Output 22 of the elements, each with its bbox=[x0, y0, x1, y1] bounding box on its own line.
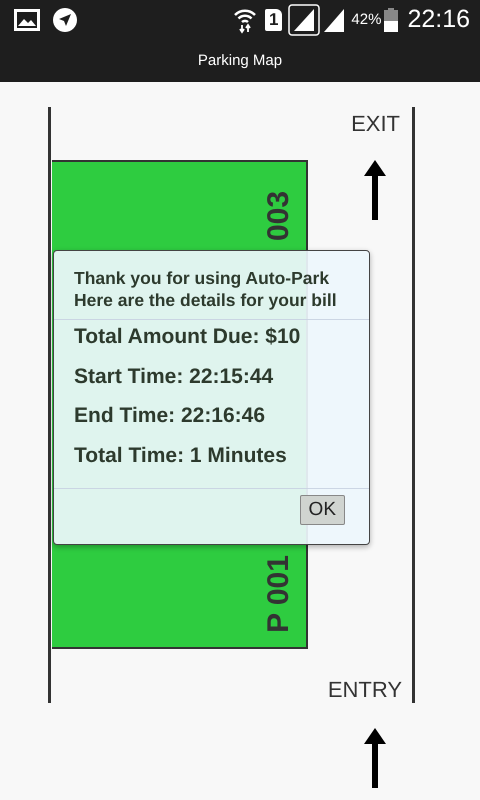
bill-detail: Total Time: 1 Minutes bbox=[74, 442, 288, 468]
up-arrow-icon bbox=[363, 728, 387, 788]
bill-detail: Start Time: 22:15:44 bbox=[74, 364, 274, 390]
battery-icon bbox=[383, 7, 400, 33]
sim-badge: 1 bbox=[264, 9, 282, 31]
up-arrow-icon bbox=[363, 160, 387, 220]
entry-label: ENTRY bbox=[328, 676, 402, 704]
clock-time: 22:16 bbox=[407, 4, 470, 36]
exit-label: EXIT bbox=[351, 110, 400, 138]
bill-detail: Total Amount Due: $10 bbox=[74, 324, 302, 350]
ok-button[interactable]: OK bbox=[300, 495, 345, 525]
signal-icon bbox=[288, 4, 320, 36]
parking-slot-label: P 001 bbox=[264, 555, 294, 633]
image-icon bbox=[14, 9, 40, 31]
bill-detail: End Time: 22:16:46 bbox=[74, 403, 266, 429]
battery-percent: 42% bbox=[351, 10, 382, 30]
dialog-message: Thank you for using Auto-Park bbox=[74, 267, 330, 289]
dialog-message: Here are the details for your bill bbox=[74, 289, 338, 311]
parking-slot-label: 003 bbox=[264, 190, 294, 242]
navigation-icon bbox=[52, 7, 78, 33]
screen-title: Parking Map bbox=[198, 50, 282, 71]
signal-icon bbox=[322, 7, 346, 33]
